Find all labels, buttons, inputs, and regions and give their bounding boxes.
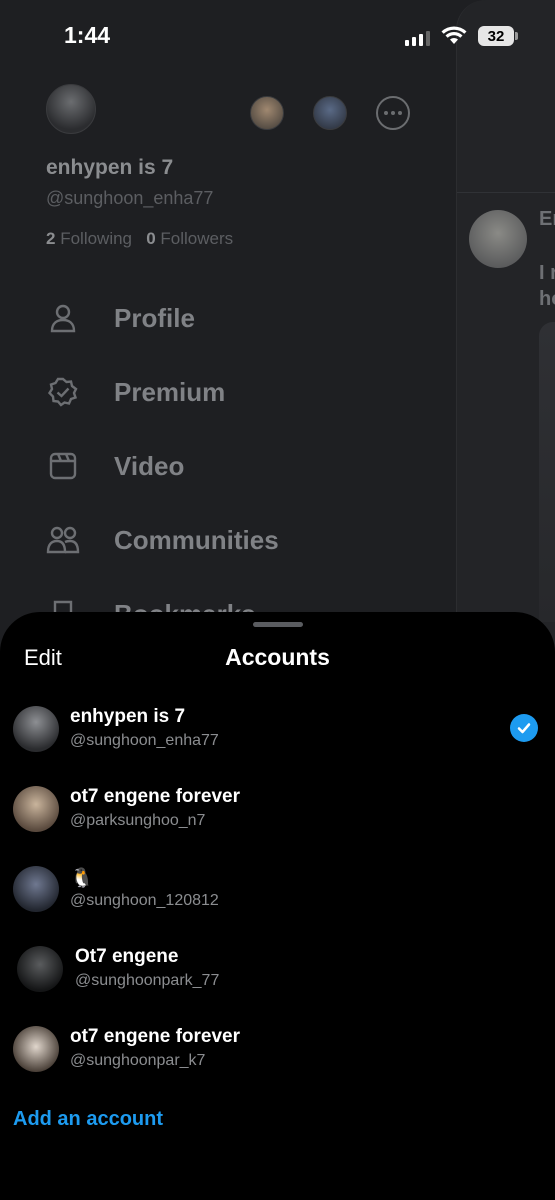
menu-item-premium[interactable]: Premium [46,372,225,412]
status-bar: 1:44 32 [0,0,555,70]
verified-badge-icon [46,375,80,409]
account-avatar [13,866,59,912]
menu-item-communities[interactable]: Communities [46,520,279,560]
account-row[interactable]: ot7 engene forever @parksunghoo_n7 [0,780,555,842]
account-name: ot7 engene forever [70,786,240,807]
drawer-handle: @sunghoon_enha77 [46,188,214,208]
account-avatar [13,1026,59,1072]
switch-account-avatar[interactable] [250,96,284,130]
sheet-title: Accounts [225,644,330,670]
wifi-icon [441,26,467,44]
account-avatar [13,706,59,752]
following-count[interactable]: 2 [46,229,55,248]
drawer-display-name: enhypen is 7 [46,156,174,179]
add-account-link[interactable]: Add an account [13,1108,163,1131]
post-text-fragment: ho [539,288,555,310]
menu-item-video[interactable]: Video [46,446,184,486]
status-time: 1:44 [64,22,111,48]
post-author-fragment: Er [539,208,555,230]
followers-count[interactable]: 0 [146,229,155,248]
post-text-fragment: I r [539,262,555,284]
sheet-grabber[interactable] [253,622,303,627]
account-handle: @sunghoonpar_k7 [70,1052,206,1069]
account-name: 🐧 [70,868,94,889]
account-handle: @sunghoon_enha77 [70,732,219,749]
following-label[interactable]: Following [60,229,132,248]
account-row[interactable]: Ot7 engene @sunghoonpark_77 [0,940,555,1002]
account-handle: @sunghoonpark_77 [75,972,220,989]
account-row[interactable]: 🐧 @sunghoon_120812 [0,860,555,922]
person-icon [46,301,80,335]
account-name: ot7 engene forever [70,1026,240,1047]
battery-icon: 32 [478,26,518,46]
account-name: enhypen is 7 [70,706,186,727]
account-avatar [13,786,59,832]
account-handle: @sunghoon_120812 [70,892,219,909]
menu-item-label: Communities [114,524,279,555]
account-row[interactable]: enhypen is 7 @sunghoon_enha77 [0,700,555,762]
account-name: Ot7 engene [75,946,179,967]
menu-item-label: Video [114,450,185,481]
communities-icon [46,523,80,557]
selected-check-icon [510,714,538,742]
post-media [539,322,555,622]
menu-item-label: Profile [114,302,195,333]
video-icon [46,449,80,483]
menu-item-profile[interactable]: Profile [46,298,195,338]
more-accounts-button[interactable] [376,96,410,130]
account-handle: @parksunghoo_n7 [70,812,206,829]
followers-label[interactable]: Followers [160,229,233,248]
follow-stats: 2 Following 0 Followers [46,229,233,249]
profile-avatar[interactable] [46,84,96,134]
account-row[interactable]: ot7 engene forever @sunghoonpar_k7 [0,1020,555,1082]
menu-item-label: Premium [114,376,226,407]
switch-account-avatar[interactable] [313,96,347,130]
cellular-signal-icon [405,30,430,46]
account-avatar [17,946,63,992]
timeline-divider [457,192,555,193]
accounts-sheet: Edit Accounts enhypen is 7 @sunghoon_enh… [0,612,555,1200]
post-avatar [469,210,527,268]
